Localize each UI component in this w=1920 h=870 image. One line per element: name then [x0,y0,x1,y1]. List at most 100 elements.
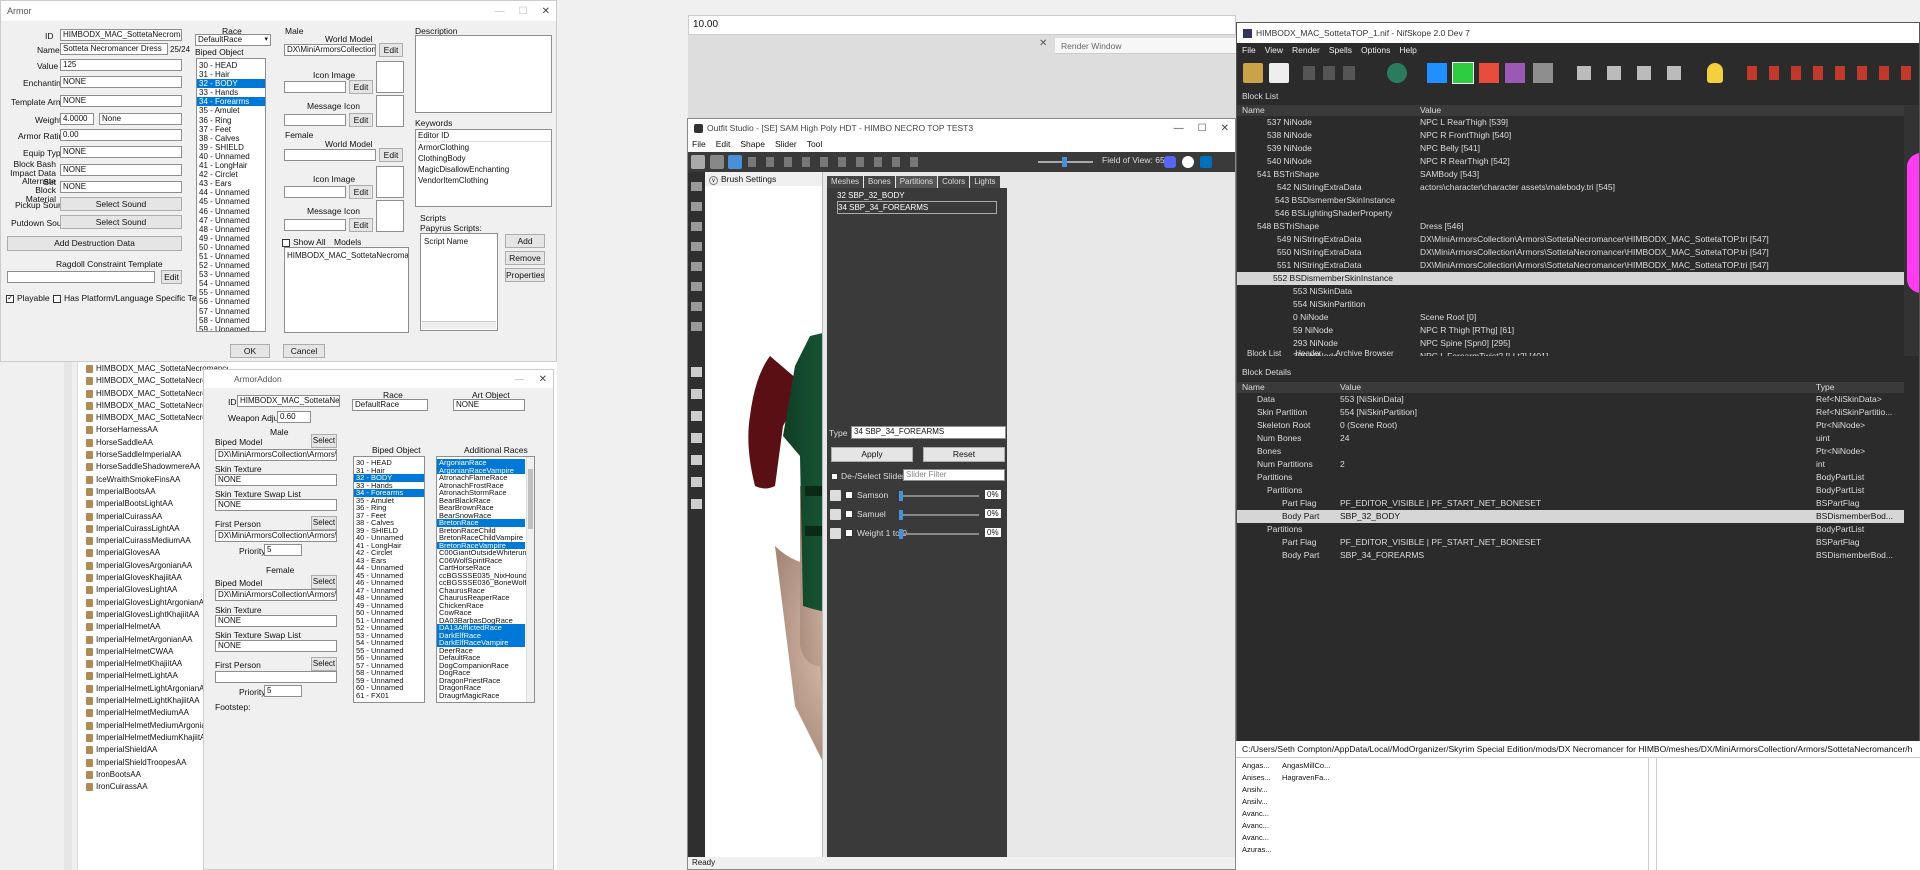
tab-bones[interactable]: Bones [864,176,895,188]
slider-filter-input[interactable]: Slider Filter [903,469,1005,481]
light-icon[interactable] [1707,63,1723,83]
biped-item[interactable]: 32 - BODY [197,79,265,89]
keyword-item[interactable]: MagicDisallowEnchanting [416,164,551,175]
biped-item[interactable]: 36 - Ring [197,116,265,125]
nif-menu-view[interactable]: View [1265,43,1283,58]
description-field[interactable] [415,35,552,113]
grid-row[interactable]: Avanc... [1242,808,1642,820]
female-message-icon-edit-button[interactable]: Edit [349,218,373,232]
nif-menu-help[interactable]: Help [1399,43,1416,58]
detail-row[interactable]: Num Partitions 2 int [1237,458,1904,471]
detail-row[interactable]: Skeleton Root 0 (Scene Root) Ptr<NiNode> [1237,419,1904,432]
cube-red-icon[interactable] [1479,63,1499,83]
skin-texture-select[interactable]: NONE [215,474,337,486]
race-item[interactable]: DraugrMagicRace [437,691,525,700]
block-row[interactable]: 539 NiNode NPC Belly [541] [1237,142,1904,155]
message-icon-field[interactable] [284,114,346,126]
biped-item[interactable]: 56 - Unnamed [197,297,265,306]
data-grid[interactable]: Angas... AngasMillCo... Anises... HagravenF… [1242,760,1642,856]
female-icon-image-edit-button[interactable]: Edit [349,185,373,199]
biped-item[interactable]: 37 - Feet [197,125,265,134]
male-select-button[interactable]: Select [311,434,337,448]
world-model-edit-button[interactable]: Edit [379,43,403,57]
biped-item[interactable]: 41 - LongHair [197,161,265,170]
tool-icons-row[interactable] [748,157,928,167]
horizontal-scrollbar[interactable] [422,321,496,329]
grid-row[interactable]: Angas... AngasMillCo... [1242,760,1642,772]
biped-item[interactable]: 43 - Ears [197,179,265,188]
grid-row[interactable]: Ansilv... [1242,784,1642,796]
female-skin-swap-select[interactable]: NONE [215,640,337,652]
partition-item[interactable]: 32 SBP_32_BODY [837,190,997,201]
scripts-list[interactable]: Script Name [420,233,498,331]
weapon-adjust-field[interactable]: 0.60 [277,411,311,423]
type-select[interactable]: 34 SBP_34_FOREARMS [851,426,1006,439]
biped-item[interactable]: 46 - Unnamed [197,207,265,216]
biped-item[interactable]: 53 - Unnamed [197,270,265,279]
female-world-model-edit-button[interactable]: Edit [379,148,403,162]
save-icon[interactable] [1269,63,1289,83]
detail-row[interactable]: Part Flag PF_EDITOR_VISIBLE | PF_START_NE… [1237,536,1904,549]
grid-row[interactable]: Ansilv... [1242,796,1642,808]
id-field[interactable]: HIMBODX_MAC_SottetaNecromancerDress [60,29,182,41]
maximize-icon[interactable]: ☐ [519,6,528,17]
close-icon[interactable]: ✕ [1039,38,1047,49]
block-row[interactable]: 59 NiNode NPC R Thigh [RThg] [61] [1237,324,1904,337]
cancel-button[interactable]: Cancel [283,344,325,358]
slider-knob[interactable] [899,510,903,520]
icon-image-edit-button[interactable]: Edit [349,80,373,94]
brush-tool-icon[interactable] [728,155,742,169]
template-select[interactable]: NONE [60,95,182,107]
biped-item[interactable]: 59 - Unnamed [197,325,265,331]
slider-knob[interactable] [899,491,903,501]
altblock-select[interactable]: NONE [60,181,182,193]
view-icons[interactable] [1577,66,1687,80]
slider-track[interactable] [899,491,979,501]
value-bar[interactable]: 10.00 [688,15,1236,35]
outfit-menu-tool[interactable]: Tool [807,137,823,152]
nif-tab-2[interactable]: Archive Browser [1335,348,1393,360]
paypal-icon[interactable] [1200,156,1212,168]
nif-menu-render[interactable]: Render [1292,43,1320,58]
ragdoll-field[interactable] [7,271,155,283]
value-field[interactable]: 125 [60,59,182,71]
transform-tool-icon[interactable] [710,155,724,169]
cube-green-icon[interactable] [1452,62,1474,84]
block-row[interactable]: 554 NiSkinPartition [1237,298,1904,311]
message-icon-edit-button[interactable]: Edit [349,113,373,127]
tab-colors[interactable]: Colors [938,176,970,188]
biped-item[interactable]: 57 - Unnamed [197,307,265,316]
biped-item[interactable]: 47 - Unnamed [197,216,265,225]
transform-icons[interactable] [1747,66,1915,80]
female-select-button[interactable]: Select [311,575,337,589]
mask-icons[interactable] [691,367,702,517]
addon-biped-list[interactable]: 30 - HEAD 31 - Hair 32 - BODY 33 - Hands 34 … [353,456,425,703]
grid-row[interactable]: Avanc... [1242,832,1642,844]
cube-multi-icon[interactable] [1505,63,1525,83]
biped-item[interactable]: 30 - HEAD [197,61,265,70]
maximize-icon[interactable]: ☐ [1198,123,1207,134]
equip-select[interactable]: NONE [60,146,182,158]
addon-id-field[interactable]: HIMBODX_MAC_SottetaNecr [237,395,340,407]
block-row[interactable]: 540 NiNode NPC R RearThigh [542] [1237,155,1904,168]
block-row[interactable]: 0 NiNode Scene Root [0] [1237,311,1904,324]
first-person-select-button[interactable]: Select [311,516,337,530]
github-icon[interactable] [1182,156,1194,168]
keywords-list[interactable]: Editor ID ArmorClothing ClothingBody Magic… [415,129,552,207]
keyword-item[interactable]: ClothingBody [416,153,551,164]
block-row[interactable]: 541 BSTriShape SAMBody [543] [1237,168,1904,181]
block-row[interactable]: 552 BSDismemberSkinInstance [1237,272,1904,285]
world-model-field[interactable]: DX\MiniArmorsCollection\Armors [284,44,376,56]
slider-checkbox[interactable] [845,510,853,518]
minimize-icon[interactable]: — [495,6,505,17]
slider-track[interactable] [899,510,979,520]
outfit-menu-edit[interactable]: Edit [716,137,731,152]
biped-item[interactable]: 39 - SHIELD [197,143,265,152]
fov-slider[interactable] [1038,157,1093,167]
female-priority-field[interactable]: 5 [264,685,302,697]
detail-row[interactable]: Data 553 [NiSkinData] Ref<NiSkinData> [1237,393,1904,406]
female-icon-image-field[interactable] [284,186,346,198]
female-message-icon-field[interactable] [284,219,346,231]
biped-item[interactable]: 51 - Unnamed [197,252,265,261]
addon-race-select[interactable]: DefaultRace [352,399,428,411]
